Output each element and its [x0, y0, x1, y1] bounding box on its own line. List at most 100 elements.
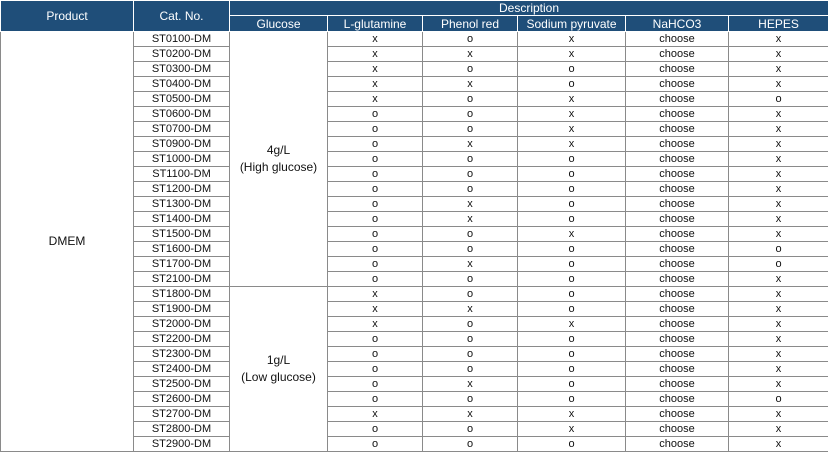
cat-no-cell: ST0500-DM — [133, 91, 230, 107]
l-glutamine-cell: o — [327, 391, 423, 407]
sodium-pyruvate-cell: x — [517, 421, 626, 437]
sodium-pyruvate-cell: x — [517, 106, 626, 122]
cat-no-cell: ST1500-DM — [133, 226, 230, 242]
phenol-red-cell: x — [422, 136, 518, 152]
header-l-glutamine: L-glutamine — [327, 15, 423, 32]
phenol-red-cell: o — [422, 241, 518, 257]
sodium-pyruvate-cell: o — [517, 361, 626, 377]
hepes-cell: x — [728, 106, 828, 122]
sodium-pyruvate-cell: x — [517, 406, 626, 422]
hepes-cell: o — [728, 241, 828, 257]
cat-no-cell: ST1600-DM — [133, 241, 230, 257]
table-header: Product Cat. No. Description Glucose L-g… — [0, 0, 828, 32]
cat-no-cell: ST2800-DM — [133, 421, 230, 437]
sodium-pyruvate-cell: x — [517, 46, 626, 62]
hepes-cell: x — [728, 376, 828, 392]
l-glutamine-cell: o — [327, 346, 423, 362]
hepes-cell: o — [728, 91, 828, 107]
l-glutamine-cell: o — [327, 166, 423, 182]
cat-no-cell: ST2500-DM — [133, 376, 230, 392]
hepes-cell: o — [728, 391, 828, 407]
sodium-pyruvate-cell: o — [517, 376, 626, 392]
phenol-red-cell: o — [422, 271, 518, 287]
nahco3-cell: choose — [625, 331, 729, 347]
header-glucose: Glucose — [229, 15, 328, 32]
product-table: Product Cat. No. Description Glucose L-g… — [0, 0, 828, 452]
cat-no-cell: ST0900-DM — [133, 136, 230, 152]
cat-no-cell: ST1400-DM — [133, 211, 230, 227]
l-glutamine-cell: x — [327, 406, 423, 422]
cat-no-cell: ST0200-DM — [133, 46, 230, 62]
header-sodium-pyruvate: Sodium pyruvate — [517, 15, 626, 32]
sodium-pyruvate-cell: o — [517, 211, 626, 227]
sodium-pyruvate-cell: o — [517, 286, 626, 302]
sodium-pyruvate-cell: o — [517, 151, 626, 167]
l-glutamine-cell: o — [327, 331, 423, 347]
cat-no-cell: ST1200-DM — [133, 181, 230, 197]
glucose-value: 4g/L — [266, 143, 291, 157]
cat-no-cell: ST2900-DM — [133, 436, 230, 452]
phenol-red-cell: o — [422, 391, 518, 407]
hepes-cell: x — [728, 121, 828, 137]
l-glutamine-cell: o — [327, 196, 423, 212]
hepes-cell: x — [728, 76, 828, 92]
hepes-cell: x — [728, 361, 828, 377]
hepes-cell: x — [728, 316, 828, 332]
phenol-red-cell: o — [422, 31, 518, 47]
l-glutamine-cell: x — [327, 76, 423, 92]
hepes-cell: x — [728, 406, 828, 422]
l-glutamine-cell: o — [327, 106, 423, 122]
sodium-pyruvate-cell: o — [517, 391, 626, 407]
phenol-red-cell: o — [422, 421, 518, 437]
nahco3-cell: choose — [625, 136, 729, 152]
nahco3-cell: choose — [625, 376, 729, 392]
hepes-cell: x — [728, 151, 828, 167]
cat-no-cell: ST1900-DM — [133, 301, 230, 317]
l-glutamine-cell: x — [327, 91, 423, 107]
phenol-red-cell: o — [422, 286, 518, 302]
phenol-red-cell: o — [422, 361, 518, 377]
hepes-cell: x — [728, 436, 828, 452]
l-glutamine-cell: o — [327, 271, 423, 287]
header-row-top: Product Cat. No. Description — [0, 0, 828, 32]
nahco3-cell: choose — [625, 241, 729, 257]
hepes-cell: x — [728, 286, 828, 302]
l-glutamine-cell: o — [327, 211, 423, 227]
sodium-pyruvate-cell: x — [517, 31, 626, 47]
hepes-cell: x — [728, 61, 828, 77]
sodium-pyruvate-cell: o — [517, 346, 626, 362]
nahco3-cell: choose — [625, 301, 729, 317]
l-glutamine-cell: x — [327, 286, 423, 302]
phenol-red-cell: x — [422, 376, 518, 392]
cat-no-cell: ST2200-DM — [133, 331, 230, 347]
nahco3-cell: choose — [625, 121, 729, 137]
glucose-note: (Low glucose) — [241, 370, 316, 384]
phenol-red-cell: x — [422, 301, 518, 317]
sodium-pyruvate-cell: o — [517, 181, 626, 197]
nahco3-cell: choose — [625, 196, 729, 212]
l-glutamine-cell: o — [327, 361, 423, 377]
cat-no-cell: ST0100-DM — [133, 31, 230, 47]
hepes-cell: x — [728, 346, 828, 362]
phenol-red-cell: o — [422, 331, 518, 347]
header-cat-no: Cat. No. — [133, 0, 230, 32]
l-glutamine-cell: o — [327, 256, 423, 272]
hepes-cell: x — [728, 31, 828, 47]
phenol-red-cell: o — [422, 61, 518, 77]
l-glutamine-cell: o — [327, 226, 423, 242]
header-description: Description — [229, 0, 828, 16]
nahco3-cell: choose — [625, 76, 729, 92]
nahco3-cell: choose — [625, 436, 729, 452]
cat-no-cell: ST2400-DM — [133, 361, 230, 377]
sodium-pyruvate-cell: o — [517, 436, 626, 452]
cat-no-cell: ST0700-DM — [133, 121, 230, 137]
header-product: Product — [0, 0, 134, 32]
phenol-red-cell: x — [422, 46, 518, 62]
hepes-cell: x — [728, 301, 828, 317]
l-glutamine-cell: o — [327, 421, 423, 437]
glucose-group-cell: 4g/L (High glucose) — [229, 31, 328, 287]
hepes-cell: x — [728, 421, 828, 437]
nahco3-cell: choose — [625, 61, 729, 77]
phenol-red-cell: x — [422, 76, 518, 92]
hepes-cell: x — [728, 181, 828, 197]
